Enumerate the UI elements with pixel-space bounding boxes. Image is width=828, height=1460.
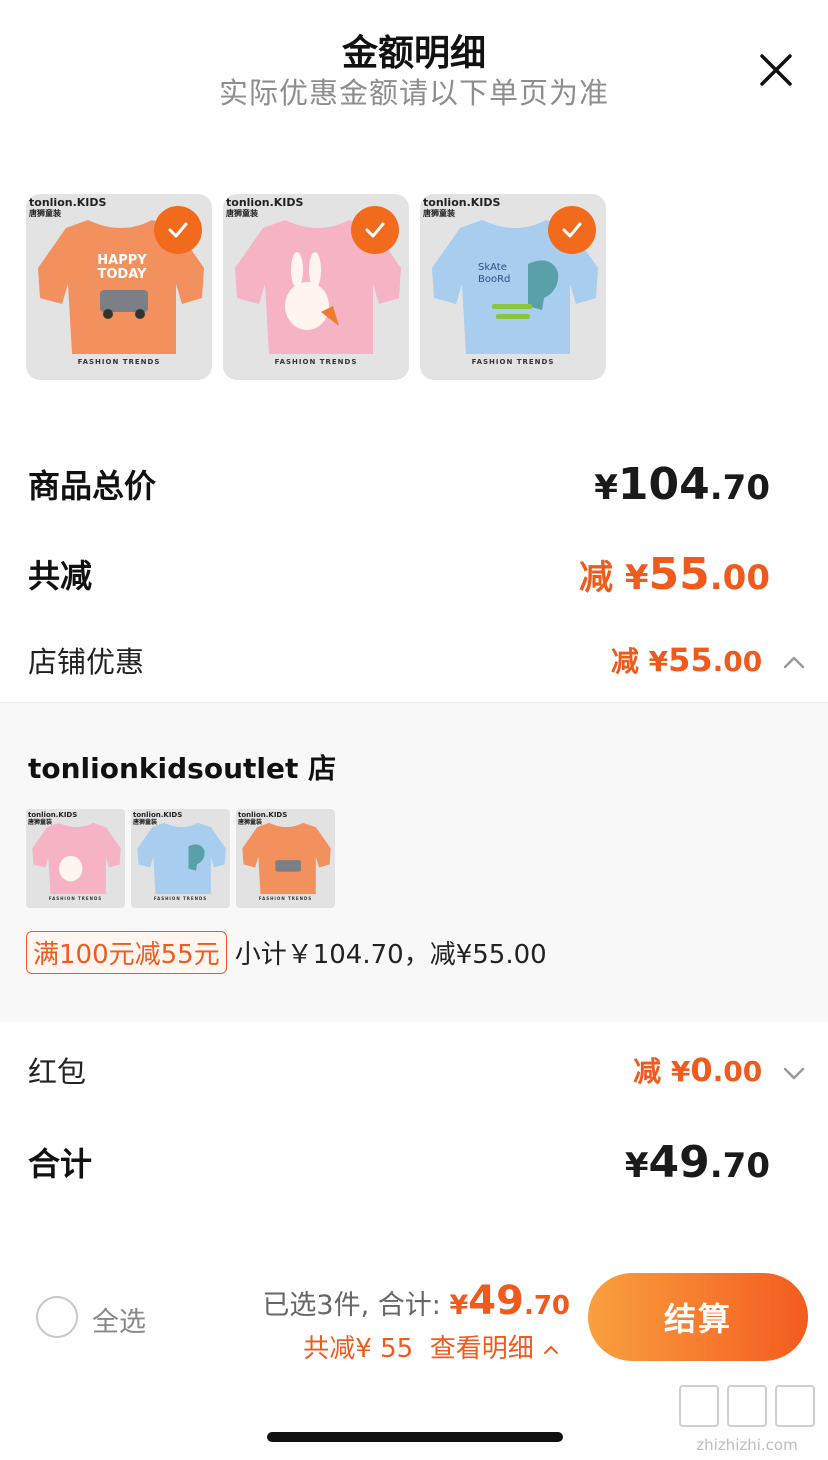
- product-thumbnail[interactable]: tonlion.KIDS 唐狮童装 SkAte BooRd FASHION TRE…: [420, 194, 606, 380]
- total-discount-row: 共减 减 ¥55.00: [28, 544, 770, 604]
- red-packet-row[interactable]: 红包 减 ¥0.00: [28, 1046, 806, 1094]
- store-item-thumbnail[interactable]: tonlion.KIDS 唐狮童装 FASHION TRENDS: [236, 809, 335, 908]
- print-text: HAPPY TODAY: [97, 253, 147, 282]
- product-caption: FASHION TRENDS: [77, 358, 161, 366]
- check-icon: [365, 222, 385, 238]
- product-caption: FASHION TRENDS: [471, 358, 555, 366]
- selected-items-list: tonlion.KIDS 唐狮童装 HAPPY TODAY FASHION TRE…: [26, 194, 606, 380]
- check-icon: [562, 222, 582, 238]
- product-caption: FASHION TRENDS: [258, 896, 313, 901]
- red-packet-amount: 减 ¥0.00: [633, 1050, 806, 1090]
- product-thumbnail[interactable]: tonlion.KIDS 唐狮童装 FASHION TRENDS: [223, 194, 409, 380]
- product-thumbnail[interactable]: tonlion.KIDS 唐狮童装 HAPPY TODAY FASHION TRE…: [26, 194, 212, 380]
- tshirt-shape: [242, 822, 331, 895]
- total-discount-amount: 减 ¥55.00: [579, 548, 770, 600]
- store-discount-amount: 减 ¥55.00: [611, 640, 806, 680]
- modal-subtitle: 实际优惠金额请以下单页为准: [218, 76, 609, 110]
- product-caption: FASHION TRENDS: [153, 896, 208, 901]
- select-all-radio[interactable]: [36, 1296, 78, 1338]
- modal-title: 金额明细: [341, 33, 486, 74]
- close-icon[interactable]: [758, 52, 794, 88]
- tshirt-shape: [137, 822, 226, 895]
- tshirt-image: [137, 822, 226, 895]
- promo-tag: 满100元减55元: [26, 931, 227, 974]
- tshirt-image: [32, 822, 121, 895]
- goods-total-amount: ¥104.70: [594, 458, 770, 510]
- watermark: zhizhizhi.com: [677, 1383, 817, 1454]
- modal-header: 金额明细 实际优惠金额请以下单页为准: [0, 0, 828, 120]
- print-text: SkAte BooRd: [478, 262, 511, 285]
- promo-subtotal: 小计￥104.70，减¥55.00: [234, 940, 547, 970]
- home-indicator: [267, 1432, 563, 1442]
- grand-total-row: 合计 ¥49.70: [28, 1132, 770, 1192]
- store-item-thumbnail[interactable]: tonlion.KIDS 唐狮童装 FASHION TRENDS: [131, 809, 230, 908]
- goods-total-label: 商品总价: [28, 467, 157, 505]
- store-discount-detail: tonlionkidsoutlet 店 tonlion.KIDS 唐狮童装 FAS…: [0, 702, 828, 1022]
- chevron-up-icon: [544, 1345, 558, 1354]
- selected-check-badge[interactable]: [154, 206, 202, 254]
- selected-check-badge[interactable]: [548, 206, 596, 254]
- selected-check-badge[interactable]: [351, 206, 399, 254]
- checkout-bar: 全选 已选3件, 合计: ¥49.70 共减¥ 55 查看明细 结算: [0, 1260, 828, 1380]
- grand-total-label: 合计: [28, 1145, 93, 1183]
- select-all-label[interactable]: 全选: [92, 1300, 146, 1339]
- product-caption: FASHION TRENDS: [48, 896, 103, 901]
- selected-summary: 已选3件, 合计: ¥49.70: [262, 1278, 570, 1324]
- store-items-list: tonlion.KIDS 唐狮童装 FASHION TRENDS tonlion.…: [26, 809, 335, 908]
- goods-total-row: 商品总价 ¥104.70: [28, 456, 770, 512]
- view-detail-link[interactable]: 共减¥ 55 查看明细: [303, 1328, 560, 1365]
- chevron-down-icon[interactable]: [782, 1061, 806, 1085]
- store-item-thumbnail[interactable]: tonlion.KIDS 唐狮童装 FASHION TRENDS: [26, 809, 125, 908]
- watermark-text: zhizhizhi.com: [696, 1436, 797, 1454]
- tshirt-image: [242, 822, 331, 895]
- product-caption: FASHION TRENDS: [274, 358, 358, 366]
- red-packet-label: 红包: [28, 1055, 87, 1089]
- promo-line: 满100元减55元 小计￥104.70，减¥55.00: [26, 931, 547, 974]
- check-icon: [168, 222, 188, 238]
- grand-total-amount: ¥49.70: [624, 1136, 770, 1188]
- total-discount-label: 共减: [28, 557, 93, 595]
- store-discount-label: 店铺优惠: [28, 645, 145, 679]
- chevron-up-icon[interactable]: [782, 651, 806, 675]
- store-name: tonlionkidsoutlet 店: [28, 752, 337, 785]
- checkout-button[interactable]: 结算: [588, 1273, 808, 1361]
- store-discount-row[interactable]: 店铺优惠 减 ¥55.00: [28, 636, 806, 684]
